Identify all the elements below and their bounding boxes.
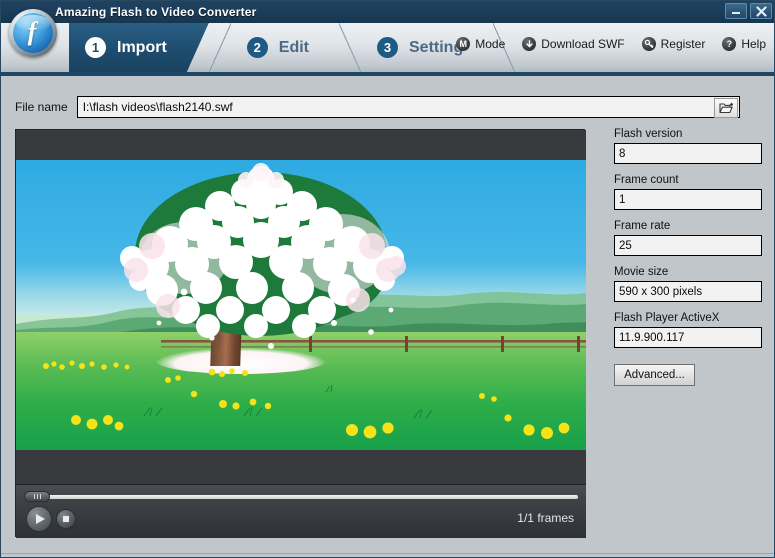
seek-handle-icon[interactable] [24,491,50,502]
tab-list: 1 Import 2 Edit 3 Setting [69,23,515,72]
frame-counter: 1/1 frames [517,511,574,525]
menu-item-mode-label: Mode [475,37,505,51]
flash-version-input[interactable] [614,143,762,164]
tab-edit-label: Edit [279,39,309,57]
tab-setting-label: Setting [409,39,463,57]
menu-item-download-swf[interactable]: Download SWF [522,37,624,51]
application-window: Amazing Flash to Video Converter f 1 Imp [0,0,775,558]
player-controls: 1/1 frames [16,484,586,538]
file-name-input[interactable] [78,97,706,117]
file-name-row: File name [15,96,740,118]
tab-edit[interactable]: 2 Edit [231,23,339,72]
stage-letterbox-top [16,130,586,160]
close-button[interactable] [750,3,772,19]
play-button[interactable] [26,506,52,532]
open-folder-icon [719,102,733,114]
minimize-button[interactable] [725,3,747,19]
window-controls [725,3,772,19]
minimize-icon [731,6,741,16]
file-name-input-wrap [77,96,740,118]
browse-file-button[interactable] [714,98,738,118]
status-bar [1,553,775,558]
frame-rate-label: Frame rate [614,220,764,232]
title-bar: Amazing Flash to Video Converter [1,1,775,23]
flash-logo-letter: f [28,19,37,45]
movie-size-label: Movie size [614,266,764,278]
properties-panel: Flash version Frame count Frame rate Mov… [614,128,764,386]
tab-import[interactable]: 1 Import [69,23,209,72]
tab-edit-number: 2 [247,37,268,58]
help-icon: ? [722,37,736,51]
tab-separator-1 [209,23,231,72]
flash-version-label: Flash version [614,128,764,140]
menu-item-help[interactable]: ? Help [722,37,766,51]
play-icon [36,514,45,524]
download-swf-icon [522,37,536,51]
menu-item-register[interactable]: Register [642,37,706,51]
field-flash-version: Flash version [614,128,764,164]
flash-player-activex-label: Flash Player ActiveX [614,312,764,324]
dandelion-flowers [16,332,586,450]
flash-logo-inner: f [13,13,53,53]
preview-panel: 1/1 frames [15,129,585,537]
main-content: File name [1,76,775,558]
top-menu: M Mode Download SWF Register ? Help [456,37,766,51]
mode-icon: M [456,37,470,51]
close-icon [756,6,767,17]
field-flash-player-activex: Flash Player ActiveX [614,312,764,348]
frame-count-input[interactable] [614,189,762,210]
advanced-button[interactable]: Advanced... [614,364,695,386]
stop-button[interactable] [56,509,76,529]
window-title: Amazing Flash to Video Converter [55,5,257,19]
seek-track [24,495,578,499]
field-movie-size: Movie size [614,266,764,302]
tab-setting-number: 3 [377,37,398,58]
field-frame-count: Frame count [614,174,764,210]
stage-letterbox-bottom [16,450,586,484]
field-frame-rate: Frame rate [614,220,764,256]
menu-item-download-swf-label: Download SWF [541,37,624,51]
register-key-icon [642,37,656,51]
file-name-label: File name [15,100,68,114]
seek-bar[interactable] [24,491,578,502]
flash-logo-icon: f [9,9,57,57]
flash-player-activex-input[interactable] [614,327,762,348]
tab-separator-2 [339,23,361,72]
frame-rate-input[interactable] [614,235,762,256]
menu-item-mode[interactable]: M Mode [456,37,505,51]
movie-size-input[interactable] [614,281,762,302]
menu-item-register-label: Register [661,37,706,51]
tab-bar: 1 Import 2 Edit 3 Setting M Mode [1,23,775,76]
flash-movie-stage[interactable] [16,160,586,450]
stop-icon [63,516,69,522]
frame-count-label: Frame count [614,174,764,186]
menu-item-help-label: Help [741,37,766,51]
tab-import-label: Import [117,39,167,57]
tab-import-number: 1 [85,37,106,58]
